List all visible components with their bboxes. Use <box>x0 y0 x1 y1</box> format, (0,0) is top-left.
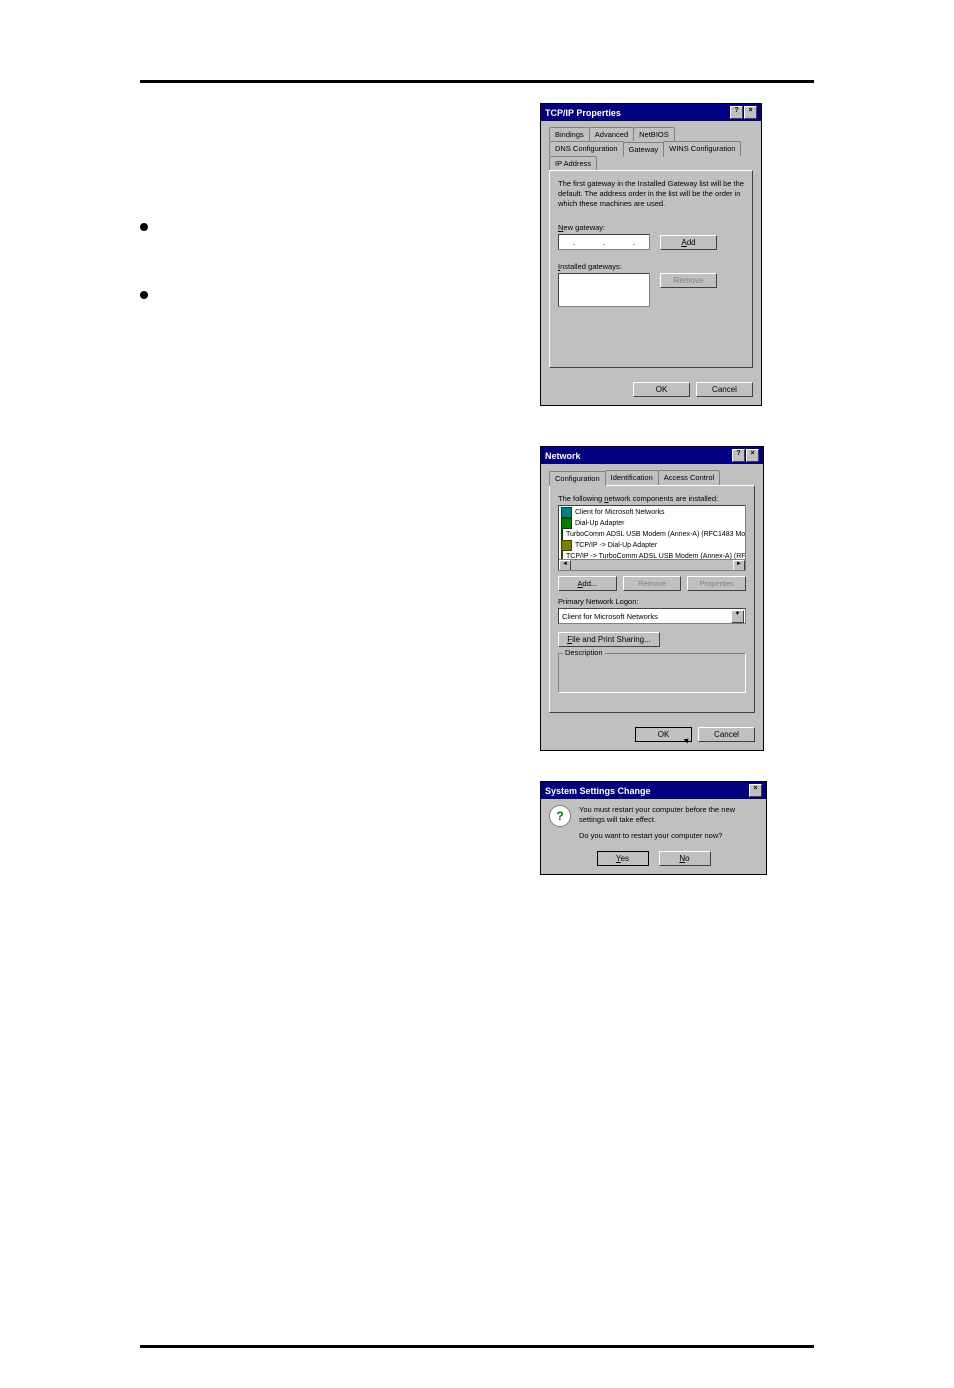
adapter-icon <box>561 518 572 529</box>
tcpip-dialog: TCP/IP Properties ? × Bindings Advanced … <box>540 103 762 406</box>
new-gateway-input[interactable]: ... <box>558 234 650 250</box>
properties-button: Properties <box>687 576 746 591</box>
bullet-1 <box>140 223 520 231</box>
protocol-icon <box>561 540 572 551</box>
tab-bindings[interactable]: Bindings <box>549 127 590 141</box>
list-item: TurboComm ADSL USB Modem (Annex-A) (RFC1… <box>560 529 744 540</box>
remove-button: Remove <box>660 273 717 288</box>
list-item: TCP/IP -> Dial-Up Adapter <box>560 540 744 551</box>
list-item: Client for Microsoft Networks <box>560 507 744 518</box>
msg-text: You must restart your computer before th… <box>579 805 758 841</box>
components-label: The following network components are ins… <box>558 494 746 503</box>
tab-advanced[interactable]: Advanced <box>589 127 634 141</box>
file-print-sharing-button[interactable]: File and Print Sharing... <box>558 632 660 647</box>
remove-button: Remove <box>623 576 682 591</box>
tab-gateway[interactable]: Gateway <box>623 142 665 157</box>
scroll-left-icon[interactable]: ◄ <box>559 560 571 571</box>
tcpip-titlebar: TCP/IP Properties ? × <box>541 104 761 121</box>
system-settings-dialog: System Settings Change × ? You must rest… <box>540 781 767 875</box>
bullet-2 <box>140 291 520 299</box>
network-titlebar: Network ? × <box>541 447 763 464</box>
question-icon: ? <box>549 805 571 827</box>
msg-titlebar: System Settings Change × <box>541 782 766 799</box>
help-icon[interactable]: ? <box>732 449 745 462</box>
description-label: Description <box>563 648 605 657</box>
section-network: Network ? × Configuration Identification… <box>140 446 814 751</box>
tcpip-tabs-row2: DNS Configuration Gateway WINS Configura… <box>549 141 753 170</box>
chevron-down-icon[interactable]: ▼ <box>731 610 744 623</box>
ok-button[interactable]: OK <box>635 727 692 742</box>
tcpip-title: TCP/IP Properties <box>545 108 621 118</box>
network-tabs: Configuration Identification Access Cont… <box>549 470 755 485</box>
ok-button[interactable]: OK <box>633 382 690 397</box>
gateway-info-text: The first gateway in the Installed Gatew… <box>558 179 744 209</box>
installed-gateways-list[interactable] <box>558 273 650 307</box>
tab-configuration[interactable]: Configuration <box>549 471 606 486</box>
client-icon <box>561 507 572 518</box>
help-icon[interactable]: ? <box>730 106 743 119</box>
tcpip-panel: The first gateway in the Installed Gatew… <box>549 170 753 368</box>
section-msg: System Settings Change × ? You must rest… <box>140 781 814 875</box>
tab-identification[interactable]: Identification <box>605 470 659 485</box>
close-icon[interactable]: × <box>744 106 757 119</box>
tab-wins[interactable]: WINS Configuration <box>663 141 741 156</box>
network-panel: The following network components are ins… <box>549 485 755 713</box>
logon-label: Primary Network Logon: <box>558 597 746 606</box>
logon-value: Client for Microsoft Networks <box>562 612 658 621</box>
new-gateway-label: New gateway: <box>558 223 744 232</box>
tab-netbios[interactable]: NetBIOS <box>633 127 675 141</box>
list-item: Dial-Up Adapter <box>560 518 744 529</box>
tab-ipaddress[interactable]: IP Address <box>549 156 597 170</box>
add-button[interactable]: Add... <box>558 576 617 591</box>
section-left-1 <box>140 103 540 329</box>
adapter-icon <box>561 529 563 540</box>
yes-button[interactable]: Yes <box>597 851 649 866</box>
top-rule <box>140 80 814 83</box>
components-list[interactable]: Client for Microsoft Networks Dial-Up Ad… <box>558 505 746 571</box>
network-dialog: Network ? × Configuration Identification… <box>540 446 764 751</box>
installed-gateways-label: Installed gateways: <box>558 262 744 271</box>
bottom-rule <box>140 1345 814 1348</box>
tab-access-control[interactable]: Access Control <box>658 470 720 485</box>
close-icon[interactable]: × <box>746 449 759 462</box>
description-box: Description <box>558 653 746 693</box>
cancel-button[interactable]: Cancel <box>698 727 755 742</box>
msg-title: System Settings Change <box>545 786 651 796</box>
no-button[interactable]: No <box>659 851 711 866</box>
section-tcpip: TCP/IP Properties ? × Bindings Advanced … <box>140 103 814 406</box>
cancel-button[interactable]: Cancel <box>696 382 753 397</box>
close-icon[interactable]: × <box>749 784 762 797</box>
logon-dropdown[interactable]: Client for Microsoft Networks ▼ <box>558 608 746 624</box>
tcpip-tabs-row1: Bindings Advanced NetBIOS <box>549 127 753 141</box>
add-button[interactable]: Add <box>660 235 717 250</box>
tab-dns[interactable]: DNS Configuration <box>549 141 624 156</box>
scroll-right-icon[interactable]: ► <box>733 560 745 571</box>
network-title: Network <box>545 451 581 461</box>
list-scrollbar[interactable]: ◄ ► <box>559 559 745 570</box>
